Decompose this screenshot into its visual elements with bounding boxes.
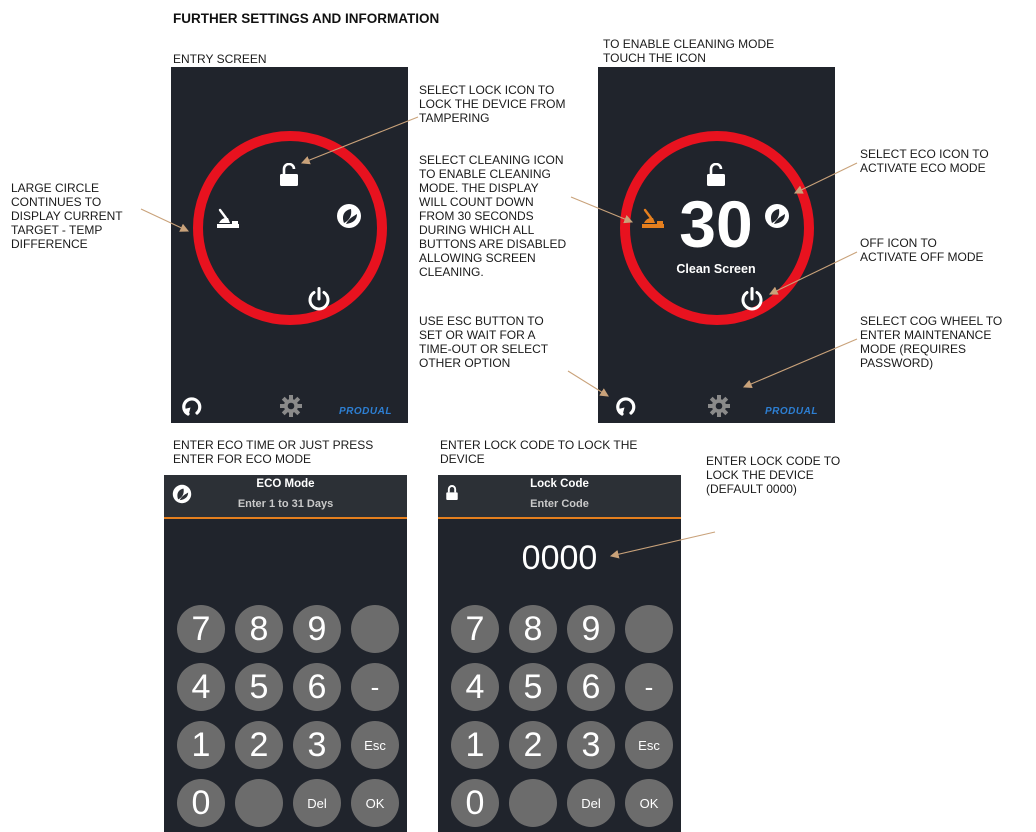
key-5[interactable]: 5 [235,663,283,711]
key-minus[interactable]: - [625,663,673,711]
keypad-display: 0000 [521,539,598,577]
key-0[interactable]: 0 [451,779,499,827]
key-ok[interactable]: OK [351,779,399,827]
key-del[interactable]: Del [293,779,341,827]
key-4[interactable]: 4 [177,663,225,711]
label-large-circle: LARGE CIRCLE CONTINUES TO DISPLAY CURRENT T… [11,181,123,251]
key-minus[interactable]: - [351,663,399,711]
key-blank[interactable] [625,605,673,653]
key-1[interactable]: 1 [451,721,499,769]
key-esc[interactable]: Esc [351,721,399,769]
back-icon[interactable] [179,394,205,420]
key-5[interactable]: 5 [509,663,557,711]
label-lock-icon: SELECT LOCK ICON TO LOCK THE DEVICE FROM T… [419,83,566,125]
keypad-title: Lock Code [530,478,589,490]
cleaning-icon[interactable] [638,207,668,231]
gear-icon[interactable] [706,393,732,419]
key-0[interactable]: 0 [177,779,225,827]
key-del[interactable]: Del [567,779,615,827]
key-1[interactable]: 1 [177,721,225,769]
brand-logo: PRODUAL [339,406,392,417]
key-2[interactable]: 2 [235,721,283,769]
key-2[interactable]: 2 [509,721,557,769]
eco-leaf-icon[interactable] [336,203,362,229]
keypad-header: ECO Mode Enter 1 to 31 Days [164,475,407,519]
label-lock-code-right: ENTER LOCK CODE TO LOCK THE DEVICE (DEFAUL… [706,454,841,496]
key-9[interactable]: 9 [293,605,341,653]
label-cleaning-icon: SELECT CLEANING ICON TO ENABLE CLEANING MO… [419,153,567,279]
key-6[interactable]: 6 [293,663,341,711]
power-icon[interactable] [738,285,766,313]
key-3[interactable]: 3 [567,721,615,769]
key-blank[interactable] [509,779,557,827]
key-6[interactable]: 6 [567,663,615,711]
lock-icon[interactable] [277,163,301,187]
page-title: FURTHER SETTINGS AND INFORMATION [173,11,440,26]
countdown-caption: Clean Screen [676,262,756,276]
eco-keypad-screen: ECO Mode Enter 1 to 31 Days 7 8 9 4 5 6- 1 2 3 Es… [164,475,407,832]
gear-icon[interactable] [278,393,304,419]
key-blank[interactable] [351,605,399,653]
label-cleaning-mode: TO ENABLE CLEANING MODE TOUCH THE ICON [603,37,775,65]
label-lock-code-top: ENTER LOCK CODE TO LOCK THE DEVICE [440,438,638,466]
lock-icon[interactable] [704,163,728,187]
key-blank[interactable] [235,779,283,827]
cleaning-icon[interactable] [213,207,243,231]
label-esc-button: USE ESC BUTTON TO SET OR WAIT FOR A TIME-O… [419,314,549,370]
eco-leaf-icon[interactable] [764,203,790,229]
entry-screen: PRODUAL [171,67,408,423]
key-7[interactable]: 7 [177,605,225,653]
key-7[interactable]: 7 [451,605,499,653]
key-esc[interactable]: Esc [625,721,673,769]
lock-keypad-screen: Lock Code Enter Code 0000 7 8 9 4 5 6- 1 2 3 Esc 0… [438,475,681,832]
key-4[interactable]: 4 [451,663,499,711]
brand-logo: PRODUAL [765,406,818,417]
power-icon[interactable] [305,285,333,313]
label-entry-screen: ENTRY SCREEN [173,52,267,66]
back-icon[interactable] [613,394,639,420]
countdown-value: 30 [679,187,753,261]
label-eco-time: ENTER ECO TIME OR JUST PRESS ENTER FOR EC… [173,438,374,466]
label-off-icon: OFF ICON TO ACTIVATE OFF MODE [860,236,984,264]
key-8[interactable]: 8 [235,605,283,653]
cleaning-screen: 30 Clean Screen PRODUAL [598,67,835,423]
key-8[interactable]: 8 [509,605,557,653]
keypad-subtitle: Enter Code [530,498,589,510]
keypad-header: Lock Code Enter Code [438,475,681,519]
label-eco-icon: SELECT ECO ICON TO ACTIVATE ECO MODE [860,147,989,175]
key-3[interactable]: 3 [293,721,341,769]
key-9[interactable]: 9 [567,605,615,653]
label-cog-wheel: SELECT COG WHEEL TO ENTER MAINTENANCE MODE… [860,314,1003,370]
key-ok[interactable]: OK [625,779,673,827]
keypad-title: ECO Mode [256,478,315,490]
keypad-subtitle: Enter 1 to 31 Days [237,498,334,510]
